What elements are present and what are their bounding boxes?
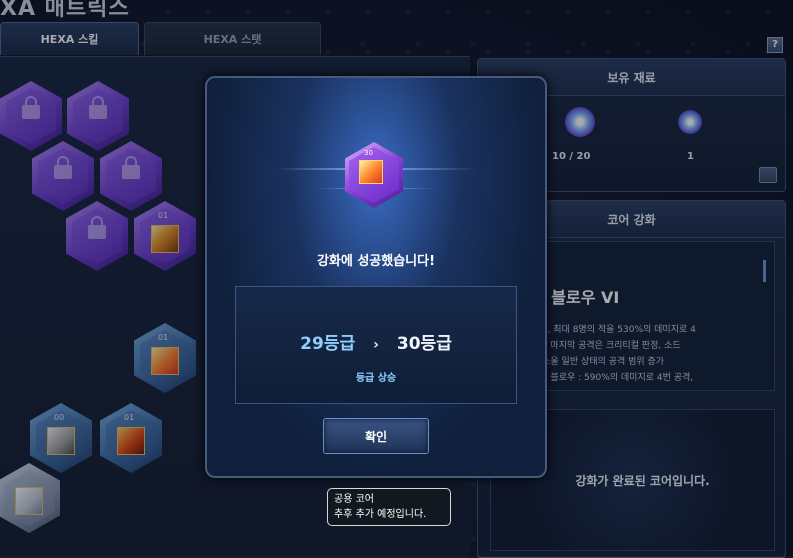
confirm-button[interactable]: 확인 xyxy=(323,418,429,454)
previous-grade: 29등급 xyxy=(300,334,356,354)
tooltip-title: 공용 코어 xyxy=(334,494,374,505)
success-message: 강화에 성공했습니다! xyxy=(316,254,436,269)
upgraded-core-level: 30 xyxy=(364,149,373,157)
grade-change-box: 29등급 › 30등급 등급 상승 xyxy=(235,286,517,404)
upgrade-success-dialog: 30 강화에 성공했습니다! 29등급 › 30등급 등급 상승 확인 xyxy=(205,76,547,478)
arrow-right-icon: › xyxy=(373,337,379,353)
tooltip: 공용 코어 추후 추가 예정입니다. xyxy=(327,488,451,526)
grade-change-row: 29등급 › 30등급 xyxy=(236,329,516,354)
grade-up-caption: 등급 상승 xyxy=(355,373,397,384)
tooltip-body: 추후 추가 예정입니다. xyxy=(334,509,427,520)
new-grade: 30등급 xyxy=(396,334,452,354)
skill-icon xyxy=(359,160,383,184)
